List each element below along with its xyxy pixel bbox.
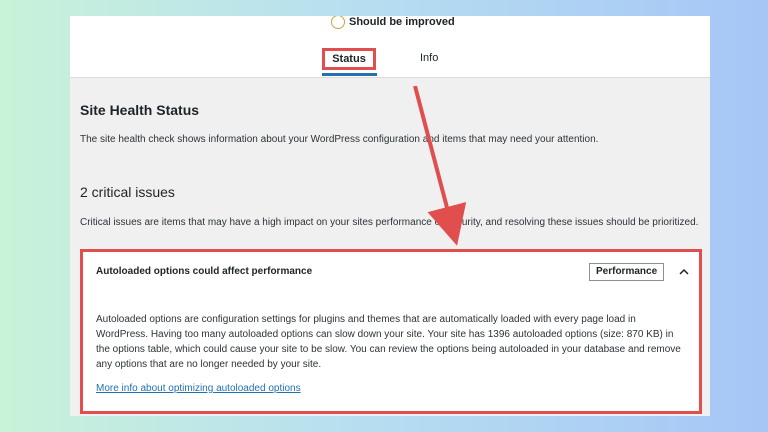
critical-issues-heading: 2 critical issues <box>80 184 175 200</box>
tab-info[interactable]: Info <box>420 52 438 64</box>
active-tab-indicator <box>322 73 377 76</box>
page-description: The site health check shows information … <box>80 134 599 145</box>
tab-status-label: Status <box>332 53 366 65</box>
score-label: Should be improved <box>349 16 455 28</box>
issue-card-autoloaded-options[interactable]: Autoloaded options could affect performa… <box>80 249 702 414</box>
issue-description: Autoloaded options are configuration set… <box>96 314 681 370</box>
health-score: Should be improved <box>331 16 455 29</box>
tab-status[interactable]: Status <box>322 48 376 70</box>
site-health-panel: Should be improved Status Info Site Heal… <box>70 16 710 416</box>
site-health-header: Should be improved Status Info <box>70 16 710 78</box>
tab-info-label: Info <box>420 52 439 64</box>
issue-title[interactable]: Autoloaded options could affect performa… <box>96 266 312 277</box>
page-title: Site Health Status <box>80 102 200 118</box>
score-circle-icon <box>331 16 345 29</box>
optimize-autoloaded-options-link[interactable]: More info about optimizing autoloaded op… <box>96 383 301 394</box>
chevron-up-icon[interactable] <box>679 267 689 277</box>
performance-badge: Performance <box>589 263 665 281</box>
annotation-arrow-icon <box>413 86 467 246</box>
critical-issues-description: Critical issues are items that may have … <box>80 217 699 228</box>
